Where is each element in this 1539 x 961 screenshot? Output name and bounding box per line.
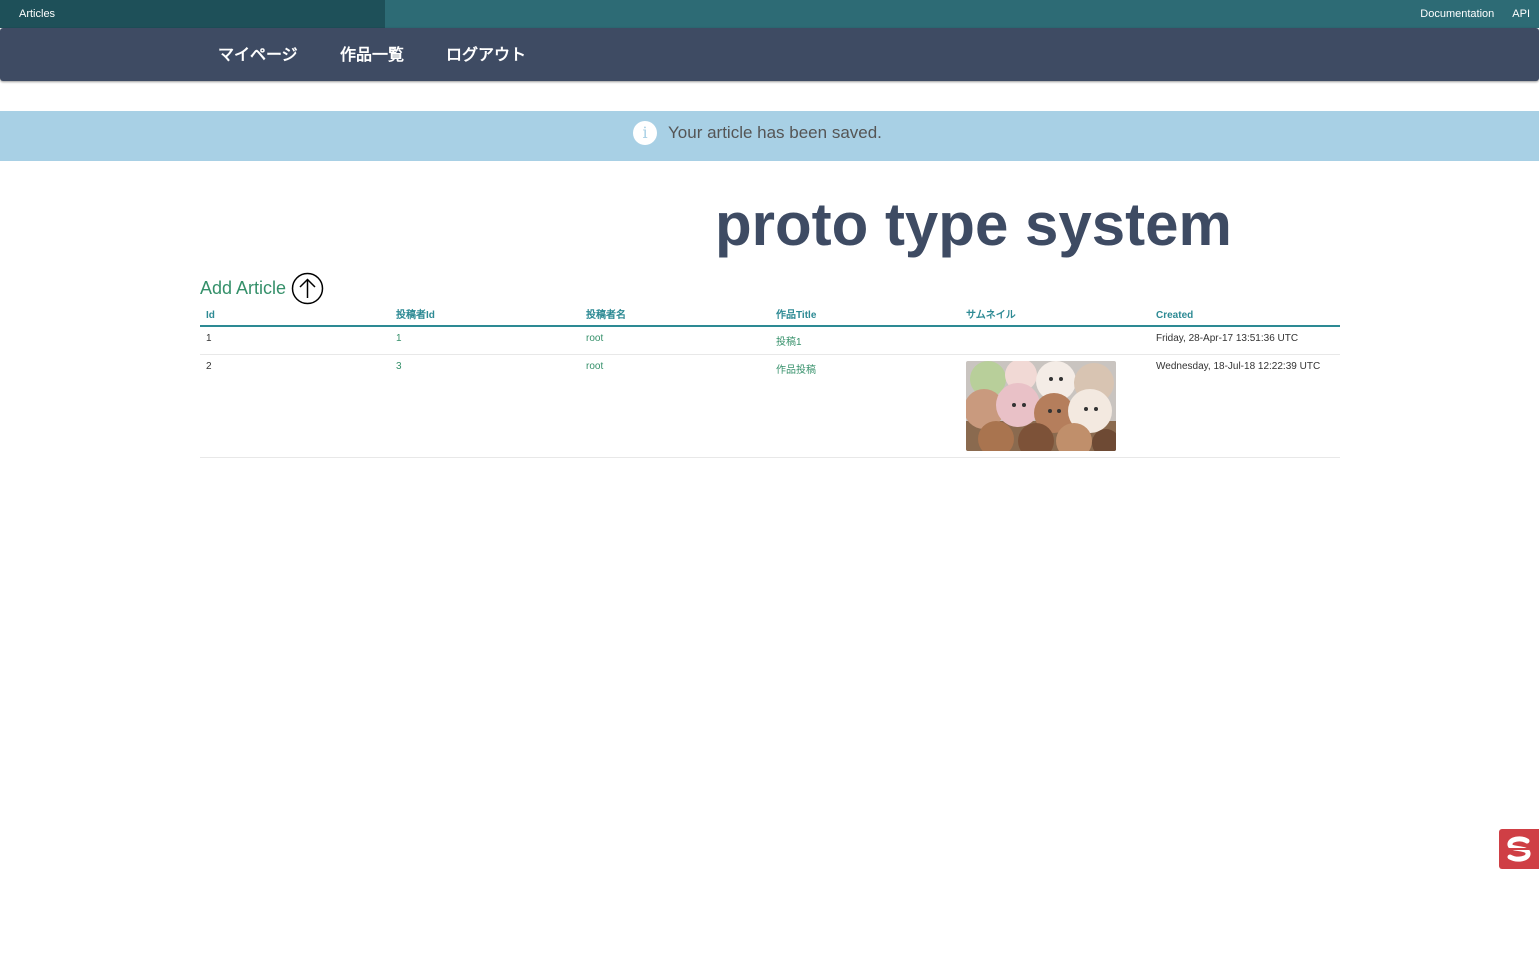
nav-logout[interactable]: ログアウト (446, 28, 526, 81)
header-created[interactable]: Created (1150, 306, 1340, 327)
table-row: 2 3 root 作品投稿 Wednesday, 18-Jul-18 12:22… (200, 354, 1340, 458)
add-article-link[interactable]: Add Article (200, 277, 286, 299)
donut-thumbnail[interactable] (966, 361, 1116, 451)
cell-thumbnail (960, 354, 1150, 458)
arrow-up-circle-icon[interactable] (291, 272, 324, 305)
nav-mypage[interactable]: マイページ (218, 28, 298, 81)
cell-thumbnail (960, 326, 1150, 355)
cell-user-id[interactable]: 1 (390, 326, 580, 355)
header-id[interactable]: Id (200, 306, 390, 327)
header-user-id[interactable]: 投稿者Id (390, 306, 580, 327)
info-icon: i (633, 121, 657, 145)
cell-title[interactable]: 作品投稿 (770, 354, 960, 458)
nav-works-list[interactable]: 作品一覧 (340, 28, 404, 81)
header-title[interactable]: 作品Title (770, 306, 960, 327)
header-thumbnail[interactable]: サムネイル (960, 306, 1150, 327)
api-link[interactable]: API (1512, 0, 1530, 28)
cell-created: Wednesday, 18-Jul-18 12:22:39 UTC (1150, 354, 1340, 458)
app-logo-shape (1507, 836, 1531, 862)
table-header-row: Id 投稿者Id 投稿者名 作品Title サムネイル Created (200, 306, 1340, 327)
main-nav: マイページ 作品一覧 ログアウト (0, 28, 1539, 81)
app-logo-icon[interactable] (1499, 829, 1539, 869)
brand-title[interactable]: Articles (0, 0, 385, 28)
cell-user-name[interactable]: root (580, 326, 770, 355)
cell-user-name[interactable]: root (580, 354, 770, 458)
articles-table: Id 投稿者Id 投稿者名 作品Title サムネイル Created 1 1 … (200, 306, 1340, 458)
header-user-name[interactable]: 投稿者名 (580, 306, 770, 327)
table-row: 1 1 root 投稿1 Friday, 28-Apr-17 13:51:36 … (200, 326, 1340, 355)
cell-user-id[interactable]: 3 (390, 354, 580, 458)
cell-created: Friday, 28-Apr-17 13:51:36 UTC (1150, 326, 1340, 355)
flash-message: Your article has been saved. (668, 123, 882, 142)
page-title: proto type system (715, 191, 1232, 258)
top-bar: Articles Documentation API (0, 0, 1539, 28)
cell-id: 2 (200, 354, 390, 458)
documentation-link[interactable]: Documentation (1420, 0, 1494, 28)
top-links: Documentation API (1420, 0, 1530, 28)
cell-id: 1 (200, 326, 390, 355)
cell-title[interactable]: 投稿1 (770, 326, 960, 355)
